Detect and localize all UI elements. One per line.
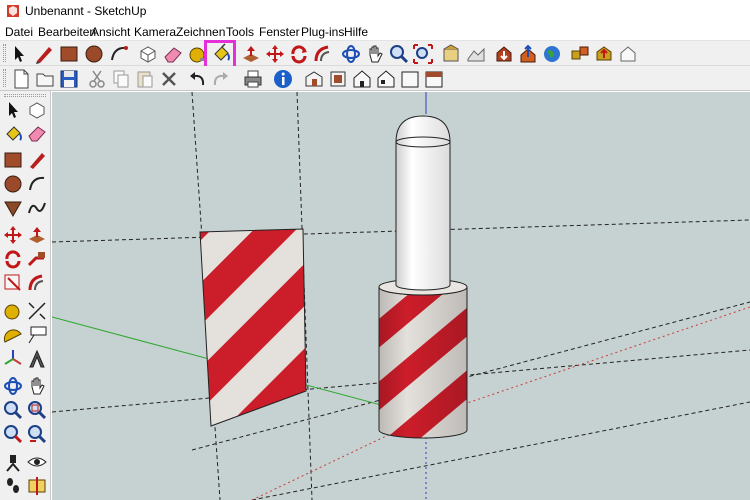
freehand-icon[interactable] <box>26 197 48 219</box>
look-around-eye-icon[interactable] <box>26 451 48 473</box>
menu-zeichnen[interactable]: Zeichnen <box>176 25 225 39</box>
striped-panel[interactable] <box>152 192 352 452</box>
select-arrow-icon[interactable] <box>8 43 30 65</box>
print-icon[interactable] <box>242 68 264 90</box>
extension-warehouse-icon[interactable] <box>569 43 591 65</box>
share-model-icon[interactable] <box>517 43 539 65</box>
follow-me-icon[interactable] <box>26 248 48 270</box>
zoom-extents-icon[interactable] <box>2 423 24 445</box>
component-house-icon[interactable] <box>617 43 639 65</box>
menu-ansicht[interactable]: Ansicht <box>91 25 130 39</box>
copy-icon[interactable] <box>110 68 132 90</box>
main-toolbar <box>0 41 750 66</box>
toolbar-grip[interactable] <box>4 94 46 97</box>
top-view-icon[interactable] <box>327 68 349 90</box>
pan-hand-icon[interactable] <box>26 375 48 397</box>
rotate-icon[interactable] <box>288 43 310 65</box>
warehouse-globe-icon[interactable] <box>541 43 563 65</box>
3d-text-icon[interactable] <box>26 348 48 370</box>
cut-scissors-icon[interactable] <box>86 68 108 90</box>
offset-icon[interactable] <box>26 272 48 294</box>
arc-icon[interactable] <box>108 43 130 65</box>
walk-footprint-icon[interactable] <box>2 475 24 497</box>
sketchup-logo-icon <box>7 5 19 17</box>
circle-icon[interactable] <box>2 173 24 195</box>
menu-bar: Datei Bearbeiten Ansicht Kamera Zeichnen… <box>0 22 750 41</box>
polygon-icon[interactable] <box>2 197 24 219</box>
modeling-viewport[interactable] <box>52 92 750 500</box>
menu-fenster[interactable]: Fenster <box>259 25 300 39</box>
save-floppy-icon[interactable] <box>58 68 80 90</box>
open-folder-icon[interactable] <box>34 68 56 90</box>
left-toolbar <box>0 91 51 500</box>
make-component-icon[interactable] <box>137 43 159 65</box>
orbit-icon[interactable] <box>2 375 24 397</box>
title-bar: Unbenannt - SketchUp <box>0 0 750 22</box>
arc-icon[interactable] <box>26 173 48 195</box>
zoom-magnifier-icon[interactable] <box>2 399 24 421</box>
menu-tools[interactable]: Tools <box>226 25 254 39</box>
red-axis <box>425 306 750 418</box>
redo-icon[interactable] <box>210 68 232 90</box>
zoom-extents-icon[interactable] <box>412 43 434 65</box>
undo-icon[interactable] <box>186 68 208 90</box>
axes-icon[interactable] <box>2 348 24 370</box>
move-icon[interactable] <box>264 43 286 65</box>
menu-hilfe[interactable]: Hilfe <box>344 25 368 39</box>
model-info-icon[interactable] <box>272 68 294 90</box>
pencil-line-icon[interactable] <box>26 149 48 171</box>
erase-x-icon[interactable] <box>158 68 180 90</box>
circle-icon[interactable] <box>83 43 105 65</box>
toolbar-grip[interactable] <box>3 69 6 87</box>
standard-toolbar <box>0 66 750 91</box>
toolbar-grip[interactable] <box>3 44 6 62</box>
right-view-icon[interactable] <box>375 68 397 90</box>
get-models-icon[interactable] <box>493 43 515 65</box>
menu-datei[interactable]: Datei <box>5 25 33 39</box>
menu-kamera[interactable]: Kamera <box>134 25 176 39</box>
protractor-icon[interactable] <box>2 324 24 346</box>
iso-view-icon[interactable] <box>303 68 325 90</box>
left-view-icon[interactable] <box>423 68 445 90</box>
text-label-icon[interactable] <box>26 324 48 346</box>
eraser-icon[interactable] <box>162 43 184 65</box>
paste-icon[interactable] <box>134 68 156 90</box>
scene-canvas[interactable] <box>52 92 750 500</box>
window-title: Unbenannt - SketchUp <box>25 4 147 18</box>
dimension-icon[interactable] <box>26 300 48 322</box>
paint-bucket-highlight <box>204 40 236 69</box>
menu-bearbeiten[interactable]: Bearbeiten <box>38 25 96 39</box>
orbit-icon[interactable] <box>340 43 362 65</box>
move-icon[interactable] <box>2 224 24 246</box>
position-camera-icon[interactable] <box>2 451 24 473</box>
rotate-icon[interactable] <box>2 248 24 270</box>
new-file-icon[interactable] <box>10 68 32 90</box>
white-capsule[interactable] <box>395 115 451 291</box>
menu-plugins[interactable]: Plug-ins <box>301 25 344 39</box>
pencil-line-icon[interactable] <box>33 43 55 65</box>
previous-view-icon[interactable] <box>26 423 48 445</box>
paint-bucket-icon[interactable] <box>2 122 24 144</box>
share-component-icon[interactable] <box>593 43 615 65</box>
scale-icon[interactable] <box>2 272 24 294</box>
rectangle-icon[interactable] <box>58 43 80 65</box>
push-pull-icon[interactable] <box>240 43 262 65</box>
zoom-window-icon[interactable] <box>26 399 48 421</box>
make-component-icon[interactable] <box>26 99 48 121</box>
push-pull-icon[interactable] <box>26 224 48 246</box>
pan-hand-icon[interactable] <box>364 43 386 65</box>
eraser-icon[interactable] <box>26 122 48 144</box>
rectangle-icon[interactable] <box>2 149 24 171</box>
front-view-icon[interactable] <box>351 68 373 90</box>
select-arrow-icon[interactable] <box>2 99 24 121</box>
section-plane-icon[interactable] <box>26 475 48 497</box>
tape-measure-icon[interactable] <box>2 300 24 322</box>
offset-icon[interactable] <box>312 43 334 65</box>
add-location-icon[interactable] <box>441 43 463 65</box>
toggle-terrain-icon[interactable] <box>465 43 487 65</box>
zoom-magnifier-icon[interactable] <box>388 43 410 65</box>
back-view-icon[interactable] <box>399 68 421 90</box>
striped-cylinder[interactable] <box>372 272 472 442</box>
